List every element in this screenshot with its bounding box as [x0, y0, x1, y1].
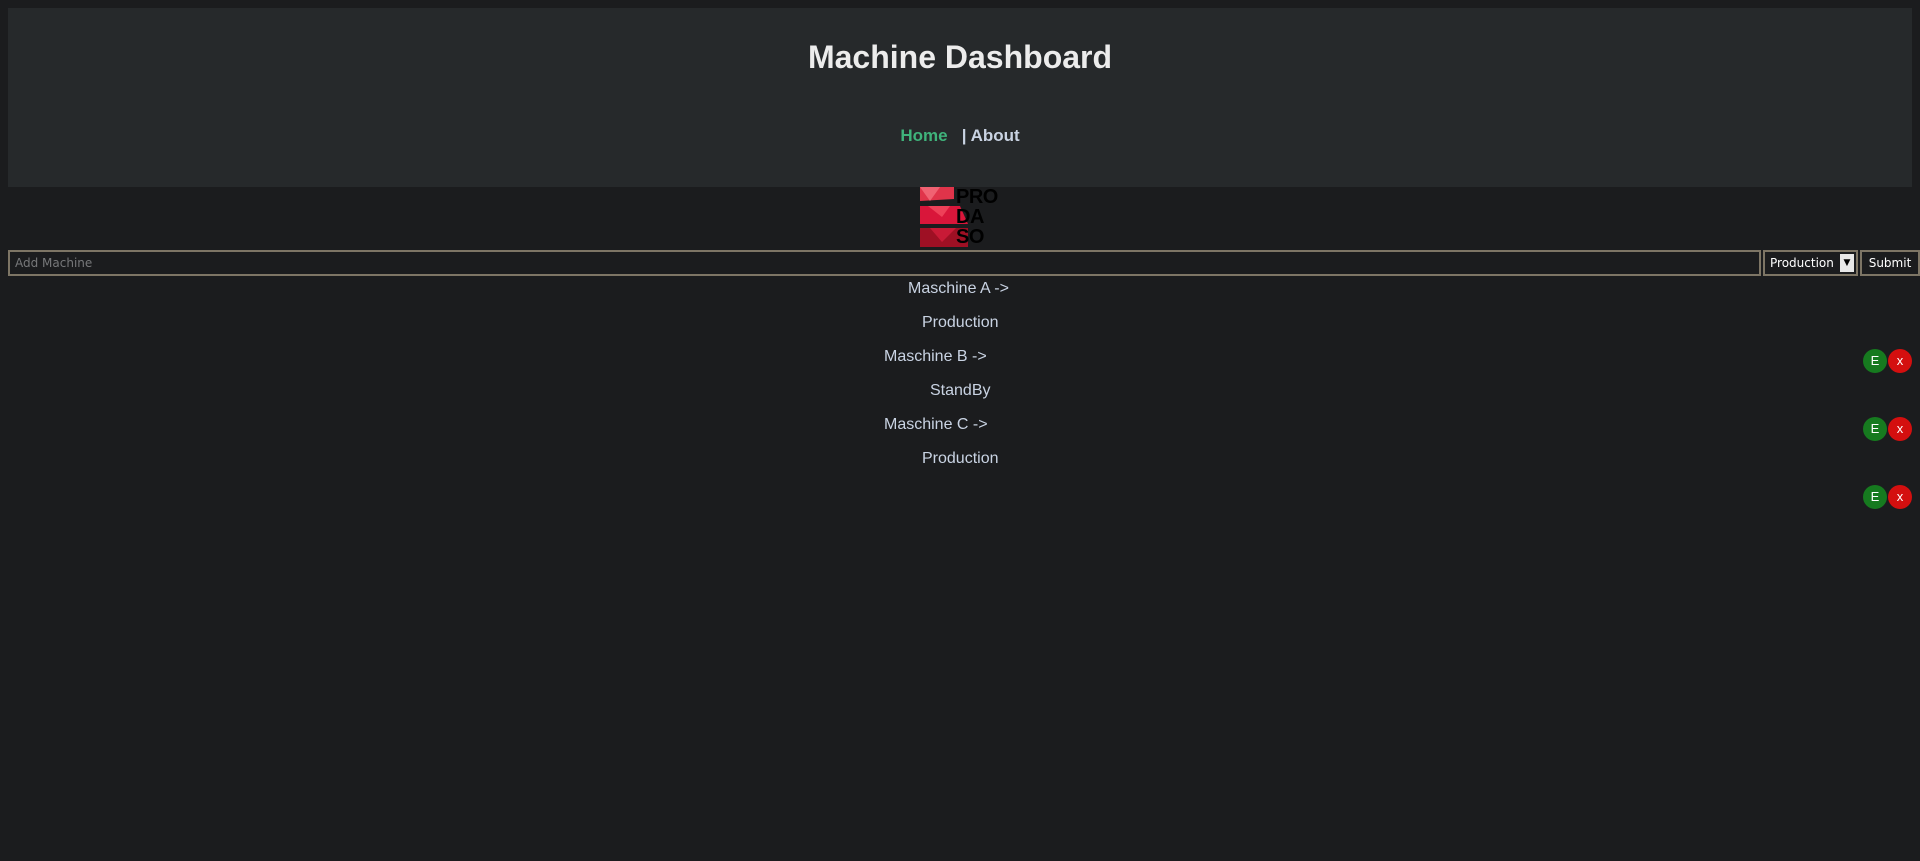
- status-select-value: Production: [1770, 256, 1834, 270]
- machine-b-name[interactable]: Maschine B ->: [884, 348, 987, 366]
- machine-b-delete-button[interactable]: x: [1888, 417, 1912, 441]
- machine-c-delete-button[interactable]: x: [1888, 485, 1912, 509]
- machine-a-status: Production: [922, 314, 999, 331]
- add-machine-input[interactable]: [8, 250, 1761, 276]
- nav-separator: |: [961, 126, 967, 145]
- prodaso-logo: PRO DA SO: [920, 187, 1000, 247]
- machine-a-delete-button[interactable]: x: [1888, 349, 1912, 373]
- nav-bar: Home | About: [8, 126, 1912, 146]
- page-title: Machine Dashboard: [807, 39, 1113, 75]
- status-select[interactable]: Production ▼: [1763, 250, 1858, 276]
- machine-b-edit-button[interactable]: E: [1863, 417, 1887, 441]
- machine-c-name[interactable]: Maschine C ->: [884, 416, 988, 434]
- nav-home-link[interactable]: Home: [900, 126, 947, 145]
- machine-c-status: Production: [922, 450, 999, 467]
- machine-a-edit-button[interactable]: E: [1863, 349, 1887, 373]
- machine-c-edit-button[interactable]: E: [1863, 485, 1887, 509]
- nav-about-link[interactable]: About: [971, 126, 1020, 145]
- submit-button[interactable]: Submit: [1860, 250, 1920, 276]
- dropdown-arrow-icon[interactable]: ▼: [1840, 254, 1854, 272]
- logo-text: PRO DA SO: [956, 186, 998, 248]
- add-machine-form: Production ▼ Submit: [8, 250, 1920, 280]
- machine-b-status: StandBy: [930, 382, 991, 399]
- header: Machine Dashboard Home | About: [8, 8, 1912, 187]
- machine-a-name[interactable]: Maschine A ->: [908, 280, 1009, 298]
